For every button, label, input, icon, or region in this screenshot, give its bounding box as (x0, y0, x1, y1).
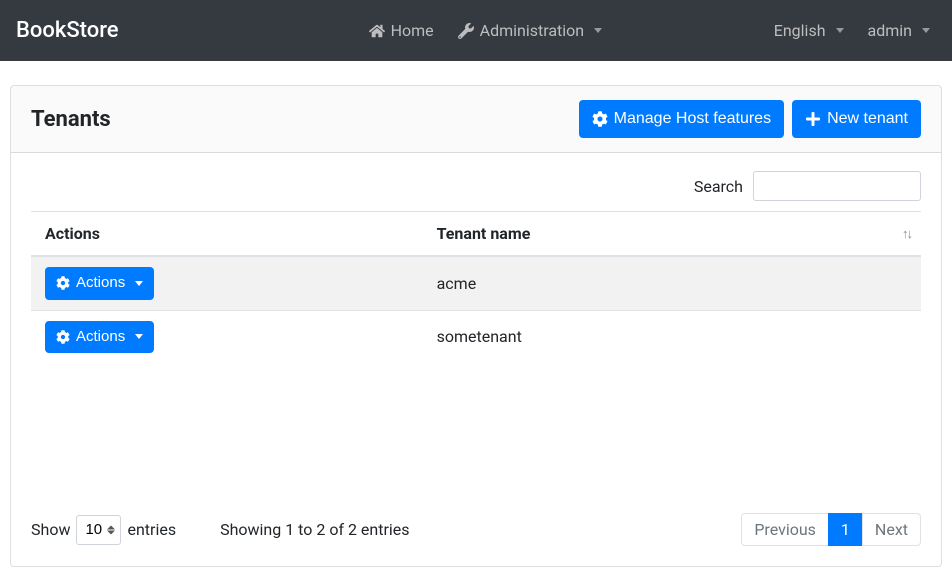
nav-user-label: admin (868, 21, 912, 40)
entries-info: Showing 1 to 2 of 2 entries (220, 520, 409, 539)
search-label: Search (694, 177, 743, 196)
manage-host-features-button[interactable]: Manage Host features (579, 100, 784, 138)
col-tenant-name[interactable]: Tenant name ↑↓ (423, 212, 921, 257)
header-buttons: Manage Host features New tenant (579, 100, 921, 138)
search-row: Search (31, 171, 921, 201)
brand[interactable]: BookStore (12, 18, 123, 43)
home-icon (369, 23, 385, 39)
manage-host-features-label: Manage Host features (614, 107, 771, 131)
pagination-page-1[interactable]: 1 (828, 513, 863, 546)
nav-home[interactable]: Home (359, 13, 444, 48)
container: Tenants Manage Host features New tenant … (0, 61, 952, 567)
table-row: Actions acme (31, 256, 921, 310)
chevron-down-icon (836, 28, 844, 33)
row-actions-label: Actions (76, 272, 125, 295)
new-tenant-label: New tenant (827, 107, 908, 131)
card: Tenants Manage Host features New tenant … (10, 85, 942, 567)
nav-center: Home Administration (359, 13, 613, 48)
card-body: Search Actions Tenant name ↑↓ (11, 153, 941, 566)
pagination-previous[interactable]: Previous (741, 513, 829, 546)
show-label: Show (31, 520, 70, 539)
row-actions-label: Actions (76, 326, 125, 349)
pagination: Previous 1 Next (741, 513, 921, 546)
gear-icon (56, 330, 70, 344)
chevron-down-icon (594, 28, 602, 33)
nav-home-label: Home (391, 21, 434, 40)
nav-administration[interactable]: Administration (448, 13, 613, 48)
nav-language-label: English (774, 21, 826, 40)
entries-label: entries (127, 520, 176, 539)
table-footer: Show 10 entries Showing 1 to 2 of 2 entr… (31, 513, 921, 546)
col-actions: Actions (31, 212, 423, 257)
nav-language[interactable]: English (764, 13, 854, 48)
table-row: Actions sometenant (31, 310, 921, 363)
nav-user[interactable]: admin (858, 13, 940, 48)
navbar: BookStore Home Administration English ad… (0, 0, 952, 61)
wrench-icon (458, 23, 474, 39)
nav-right: English admin (764, 13, 940, 48)
row-actions-button[interactable]: Actions (45, 321, 154, 354)
nav-administration-label: Administration (480, 21, 585, 40)
sort-icon: ↑↓ (902, 226, 911, 242)
chevron-down-icon (135, 281, 143, 286)
gear-icon (592, 111, 608, 127)
plus-icon (805, 111, 821, 127)
tenant-name-cell: sometenant (423, 310, 921, 363)
page-title: Tenants (31, 107, 111, 132)
page-size-block: Show 10 entries (31, 515, 176, 545)
tenants-table: Actions Tenant name ↑↓ Actions (31, 211, 921, 363)
search-input[interactable] (753, 171, 921, 201)
new-tenant-button[interactable]: New tenant (792, 100, 921, 138)
row-actions-button[interactable]: Actions (45, 267, 154, 300)
chevron-down-icon (135, 334, 143, 339)
gear-icon (56, 276, 70, 290)
pagination-next[interactable]: Next (862, 513, 921, 546)
card-header: Tenants Manage Host features New tenant (11, 86, 941, 153)
chevron-down-icon (922, 28, 930, 33)
page-size-select[interactable]: 10 (76, 515, 121, 545)
col-tenant-name-label: Tenant name (437, 224, 531, 243)
tenant-name-cell: acme (423, 256, 921, 310)
